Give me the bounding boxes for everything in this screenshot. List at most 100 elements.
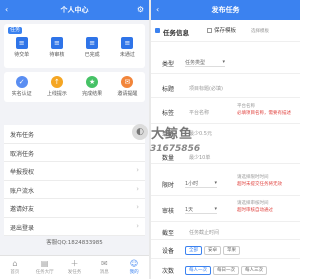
time-limit-select[interactable]: 1小时 ▾ bbox=[185, 180, 217, 188]
device-options: 全部 安卓 苹果 bbox=[185, 246, 242, 255]
review-warning: 超时审核自动通过 bbox=[237, 208, 273, 213]
tab-label: 首页 bbox=[10, 270, 20, 275]
chevron-down-icon: ▾ bbox=[214, 180, 217, 186]
deadline-input[interactable]: 任务截止时间 bbox=[189, 229, 219, 236]
device-option-all[interactable]: 全部 bbox=[185, 246, 202, 255]
menu-label: 账户流水 bbox=[10, 187, 35, 195]
field-title: 标题 项目标题(必填) bbox=[151, 76, 300, 98]
account-menu: 发布任务 取消任务 举报授权 › 账户流水 › 邀请好友 › 退出登录 › bbox=[4, 125, 145, 236]
times-option-three[interactable]: 每人三次 bbox=[241, 266, 267, 275]
shortcut-online[interactable]: ↑ 上线提示 bbox=[42, 76, 72, 97]
section-marker-icon bbox=[155, 28, 160, 33]
task-info-section: 任务信息 保存模板 选择模板 bbox=[151, 22, 300, 42]
section-title: 任务信息 bbox=[163, 29, 189, 37]
page-title: 个人中心 bbox=[60, 6, 89, 14]
save-template-label: 保存模板 bbox=[214, 28, 237, 34]
review-value: 1天 bbox=[185, 207, 194, 213]
shortcut-verify[interactable]: ✓ 实名认证 bbox=[7, 76, 37, 97]
tab-home[interactable]: ⌂ 首页 bbox=[0, 256, 30, 279]
field-label: 截至 bbox=[162, 230, 175, 237]
user-icon: ☺ bbox=[129, 259, 139, 268]
back-icon[interactable]: ‹ bbox=[156, 5, 159, 15]
tab-publish[interactable]: ＋ 发任务 bbox=[60, 256, 90, 279]
time-limit-warning: 超时未提交任务将无效 bbox=[237, 182, 282, 187]
title-input[interactable]: 项目标题(必填) bbox=[189, 85, 223, 92]
list-icon: ▤ bbox=[40, 259, 49, 268]
menu-item-account-flow[interactable]: 账户流水 › bbox=[4, 180, 145, 199]
arrow-up-icon: ↑ bbox=[50, 76, 63, 88]
device-option-ios[interactable]: 苹果 bbox=[223, 246, 240, 255]
shortcut-grid: ✓ 实名认证 ↑ 上线提示 ★ 完成结果 ✉ 邀请提醒 bbox=[4, 76, 145, 97]
mail-icon: ✉ bbox=[121, 76, 134, 88]
field-label: 设备 bbox=[162, 248, 175, 255]
field-platform: 标签 平台名称 平台名称 必填项目名称，需要有描述 bbox=[151, 100, 300, 124]
field-review: 审核 1天 ▾ 请选择审核时间 超时审核自动通过 bbox=[151, 198, 300, 222]
menu-label: 发布任务 bbox=[10, 132, 35, 139]
tab-label: 消息 bbox=[99, 270, 109, 275]
menu-label: 举报授权 bbox=[10, 169, 35, 176]
field-label: 次数 bbox=[162, 268, 175, 275]
menu-item-cancel-task[interactable]: 取消任务 bbox=[4, 143, 145, 162]
platform-input[interactable]: 平台名称 bbox=[189, 109, 209, 116]
select-template-link[interactable]: 选择模板 bbox=[251, 28, 269, 34]
review-select[interactable]: 1天 ▾ bbox=[185, 206, 217, 214]
chevron-right-icon: › bbox=[136, 221, 139, 230]
chevron-down-icon: ▾ bbox=[214, 206, 217, 212]
task-label: 待审核 bbox=[49, 52, 65, 58]
shortcuts-card: ✓ 实名认证 ↑ 上线提示 ★ 完成结果 ✉ 邀请提醒 bbox=[4, 72, 145, 102]
task-pending-review[interactable]: ≡ 待审核 bbox=[42, 37, 72, 58]
task-pending-submit[interactable]: ≡ 待交单 bbox=[7, 37, 37, 58]
menu-item-logout[interactable]: 退出登录 › bbox=[4, 217, 145, 236]
chevron-right-icon: › bbox=[136, 203, 139, 211]
platform-hint: 平台名称 bbox=[237, 104, 255, 109]
field-device: 设备 全部 安卓 苹果 bbox=[151, 242, 300, 259]
field-type: 类型 任务类型 ▾ bbox=[151, 52, 300, 74]
times-options: 每人一次 每日一次 每人三次 bbox=[185, 266, 269, 275]
tab-messages[interactable]: ✉ 消息 bbox=[89, 256, 119, 279]
service-qq: 客服QQ:1824833985 bbox=[46, 240, 103, 246]
list-icon: ≡ bbox=[50, 37, 63, 49]
menu-item-publish-task[interactable]: 发布任务 bbox=[4, 125, 145, 144]
left-header: ‹ 个人中心 ⚙ bbox=[0, 0, 149, 20]
shortcut-label: 上线提示 bbox=[46, 91, 67, 97]
mail-icon: ✉ bbox=[100, 259, 108, 268]
shortcut-result[interactable]: ★ 完成结果 bbox=[77, 76, 107, 97]
field-label: 限时 bbox=[162, 182, 175, 189]
shortcut-label: 实名认证 bbox=[11, 91, 32, 97]
task-status-grid: ≡ 待交单 ≡ 待审核 ≡ 已完成 ≡ 未通过 bbox=[4, 37, 145, 58]
field-time-limit: 限时 1小时 ▾ 请选择限时时间 超时未提交任务将无效 bbox=[151, 172, 300, 196]
type-select[interactable]: 任务类型 ▾ bbox=[185, 59, 225, 67]
time-limit-value: 1小时 bbox=[185, 181, 199, 187]
watermark: ◐ 大鲸鱼 31675856 bbox=[132, 122, 222, 158]
menu-label: 取消任务 bbox=[10, 150, 35, 158]
tasks-label: 任务 bbox=[8, 27, 23, 34]
menu-item-report[interactable]: 举报授权 › bbox=[4, 162, 145, 181]
chevron-right-icon: › bbox=[136, 166, 139, 174]
menu-label: 退出登录 bbox=[10, 224, 35, 232]
settings-icon[interactable]: ⚙ bbox=[137, 5, 144, 15]
task-rejected[interactable]: ≡ 未通过 bbox=[112, 37, 142, 58]
field-label: 类型 bbox=[162, 61, 175, 68]
field-label: 审核 bbox=[162, 208, 175, 215]
save-template-checkbox[interactable]: 保存模板 bbox=[207, 26, 236, 34]
home-icon: ⌂ bbox=[12, 259, 18, 268]
times-option-once[interactable]: 每人一次 bbox=[185, 266, 211, 275]
shortcut-label: 邀请提醒 bbox=[117, 91, 138, 97]
watermark-number: 31675856 bbox=[150, 144, 201, 154]
back-icon[interactable]: ‹ bbox=[5, 5, 8, 15]
menu-item-invite-friends[interactable]: 邀请好友 › bbox=[4, 199, 145, 218]
task-label: 待交单 bbox=[14, 52, 30, 58]
tab-mine[interactable]: ☺ 我的 bbox=[119, 256, 149, 279]
list-icon: ≡ bbox=[86, 37, 99, 49]
menu-label: 邀请好友 bbox=[10, 206, 35, 213]
list-icon: ≡ bbox=[121, 37, 134, 49]
device-option-android[interactable]: 安卓 bbox=[204, 246, 221, 255]
personal-center-screen: ‹ 个人中心 ⚙ 任务 ≡ 待交单 ≡ 待审核 ≡ 已完成 ≡ 未通过 ✓ 实名… bbox=[0, 0, 149, 279]
time-limit-hint: 请选择限时时间 bbox=[237, 175, 269, 180]
tab-task-hall[interactable]: ▤ 任务大厅 bbox=[30, 256, 60, 279]
task-completed[interactable]: ≡ 已完成 bbox=[77, 37, 107, 58]
field-deadline: 截至 任务截止时间 bbox=[151, 224, 300, 240]
list-icon: ≡ bbox=[15, 37, 28, 49]
shortcut-invite[interactable]: ✉ 邀请提醒 bbox=[112, 76, 142, 97]
times-option-daily[interactable]: 每日一次 bbox=[213, 266, 239, 275]
